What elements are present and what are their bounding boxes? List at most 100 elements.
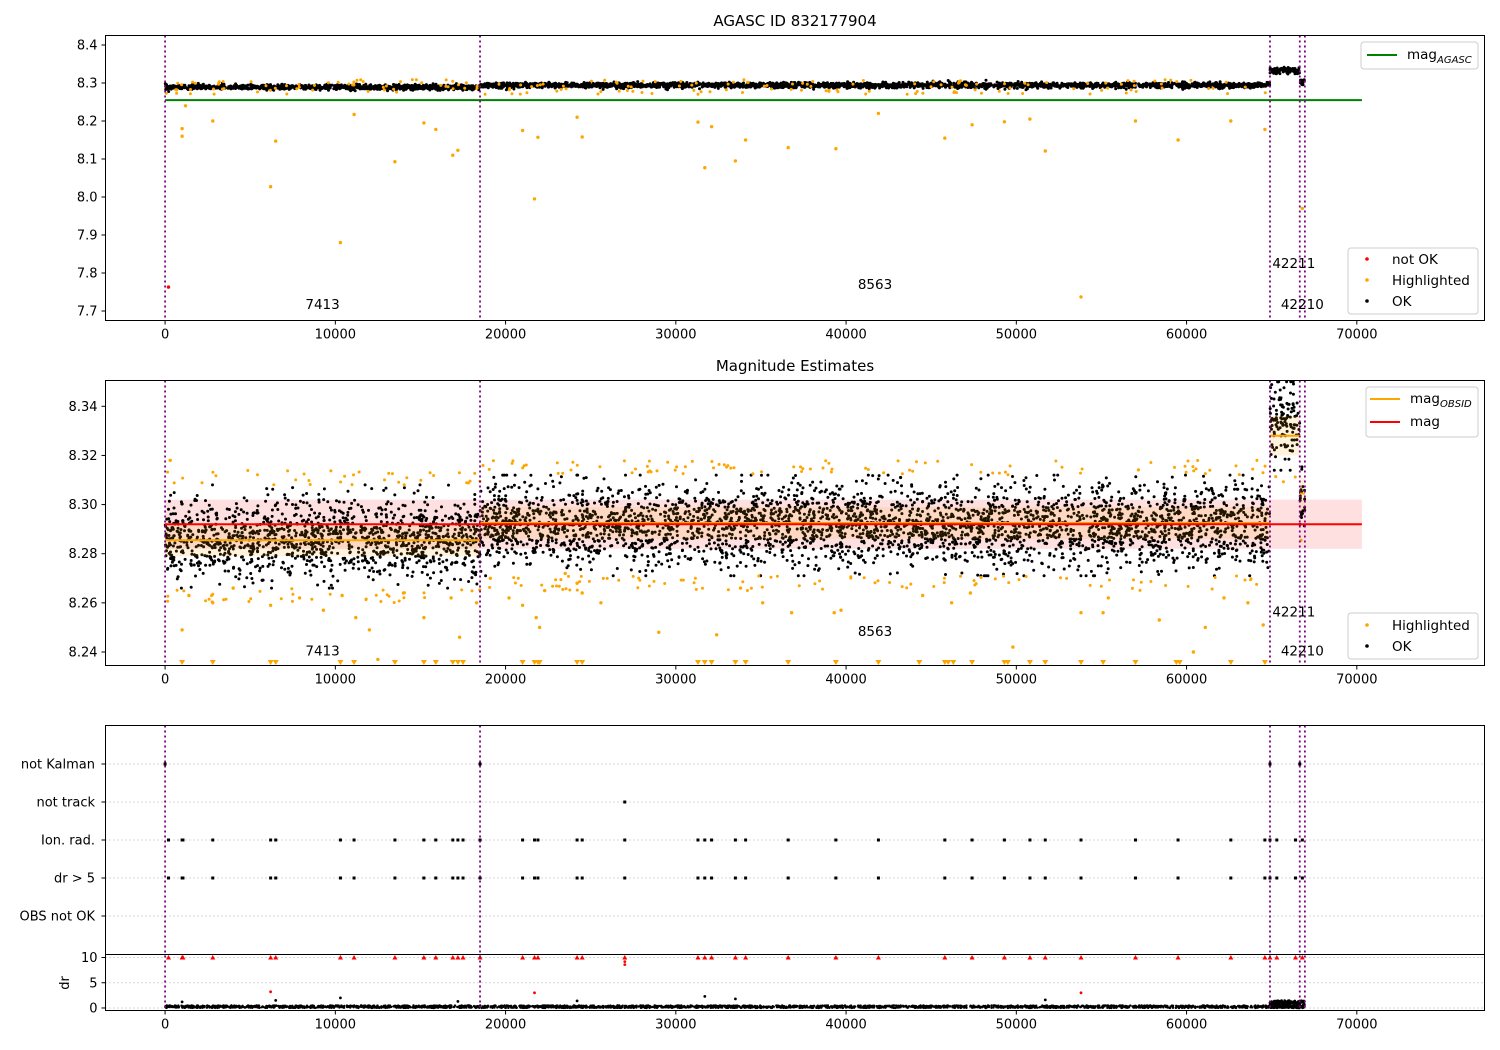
- ok-point: [1015, 86, 1019, 90]
- ok-point: [432, 559, 436, 563]
- ok-point: [286, 570, 290, 574]
- magnitude-estimates-panel: Magnitude Estimates 7413856342211422100 1…: [69, 357, 1485, 688]
- ok-point: [326, 85, 330, 88]
- ok-point: [238, 572, 242, 576]
- ok-point: [258, 86, 262, 90]
- highlighted-point: [361, 80, 365, 84]
- ok-point: [242, 496, 246, 500]
- ok-point: [1031, 83, 1035, 87]
- ok-point: [717, 84, 721, 88]
- highlighted-point: [599, 90, 603, 94]
- ok-point: [382, 488, 386, 492]
- highlighted-point: [932, 80, 936, 84]
- ok-point: [468, 513, 472, 517]
- highlighted-point: [955, 91, 958, 95]
- ok-point: [242, 510, 246, 514]
- ok-point: [669, 82, 673, 86]
- highlighted-point: [801, 81, 805, 85]
- ok-point: [174, 512, 177, 516]
- ok-point: [401, 560, 405, 564]
- highlighted-point: [811, 80, 815, 83]
- highlighted-point: [359, 78, 363, 82]
- ok-point: [1295, 71, 1298, 75]
- ok-point: [855, 82, 859, 85]
- panel1-ytick-label: 8.0: [77, 191, 98, 206]
- highlighted-point: [1160, 86, 1164, 90]
- highlighted-point: [355, 78, 359, 82]
- ok-point: [371, 578, 375, 582]
- ok-point: [322, 579, 326, 583]
- ok-point: [428, 576, 432, 580]
- ok-point: [577, 84, 581, 88]
- ok-point: [1127, 86, 1131, 90]
- ok-point: [437, 562, 441, 565]
- ok-point: [984, 78, 988, 82]
- ok-point: [447, 483, 450, 487]
- ok-point: [620, 84, 624, 88]
- highlighted-point: [532, 197, 537, 201]
- highlighted-point: [913, 82, 917, 86]
- highlighted-point: [1021, 92, 1025, 95]
- highlighted-point: [629, 85, 633, 89]
- panel1-xtick-label: 50000: [996, 328, 1037, 343]
- ok-point: [244, 84, 248, 88]
- ok-point: [305, 563, 308, 566]
- highlighted-point: [834, 147, 838, 151]
- ok-point: [868, 85, 872, 88]
- highlighted-point: [1023, 81, 1027, 85]
- highlighted-point: [1189, 78, 1193, 82]
- ok-point: [641, 84, 645, 88]
- ok-point: [189, 559, 193, 562]
- ok-point: [443, 565, 447, 569]
- highlighted-point: [950, 85, 954, 89]
- ok-point: [300, 519, 304, 523]
- highlighted-point: [1079, 295, 1083, 299]
- ok-point: [439, 579, 443, 582]
- ok-point: [371, 558, 375, 562]
- ok-point: [195, 494, 199, 497]
- ok-point: [304, 86, 307, 90]
- ok-point: [283, 496, 287, 500]
- ok-point: [395, 556, 399, 560]
- ok-point: [754, 82, 758, 86]
- ok-point: [473, 502, 477, 506]
- ok-point: [345, 518, 349, 522]
- highlighted-point: [679, 79, 683, 83]
- ok-point: [1060, 81, 1064, 85]
- ok-point: [393, 493, 397, 497]
- highlighted-point: [434, 127, 438, 132]
- ok-point: [446, 586, 450, 590]
- highlighted-point: [1002, 120, 1007, 124]
- ok-point: [687, 85, 691, 89]
- ok-point: [251, 514, 255, 517]
- highlighted-point: [1003, 82, 1006, 86]
- ok-point: [417, 559, 421, 563]
- panel1-xtick-label: 10000: [315, 328, 356, 343]
- ok-point: [467, 85, 471, 89]
- not-ok-point: [166, 285, 171, 289]
- highlighted-point: [336, 80, 340, 84]
- ok-point: [821, 83, 825, 86]
- ok-point: [247, 87, 251, 91]
- highlighted-point: [463, 86, 467, 90]
- ok-point: [425, 495, 428, 499]
- ok-point: [208, 563, 212, 567]
- ok-point: [445, 568, 449, 572]
- ok-point: [190, 519, 194, 523]
- ok-point: [233, 84, 237, 88]
- ok-point: [570, 81, 574, 85]
- ok-point: [228, 84, 232, 88]
- highlighted-point: [1129, 88, 1133, 92]
- ok-point: [308, 504, 312, 508]
- highlighted-point: [249, 80, 253, 84]
- ok-point: [361, 559, 364, 563]
- ok-point: [342, 500, 346, 504]
- ok-point: [426, 583, 430, 587]
- ok-point: [473, 519, 477, 523]
- highlighted-point: [762, 84, 766, 88]
- ok-point: [265, 88, 269, 92]
- highlighted-point: [273, 86, 277, 90]
- ok-point: [179, 586, 183, 590]
- ok-point: [1192, 81, 1196, 85]
- highlighted-point: [1088, 92, 1092, 96]
